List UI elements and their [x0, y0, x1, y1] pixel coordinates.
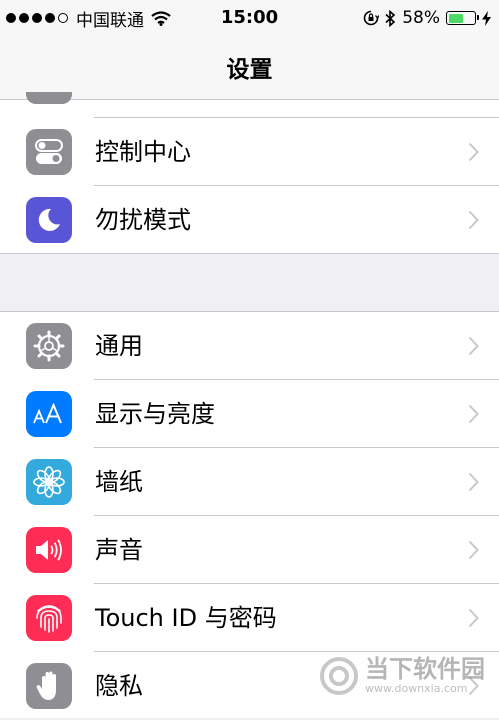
- nav-bar: 设置: [0, 36, 499, 100]
- watermark-logo-icon: [320, 657, 358, 695]
- moon-icon: [26, 197, 72, 243]
- fingerprint-icon: [26, 595, 72, 641]
- bluetooth-icon: [385, 9, 396, 27]
- settings-row-control-center[interactable]: 控制中心: [0, 118, 499, 186]
- gear-icon: [26, 323, 72, 369]
- status-right: 58%: [357, 0, 491, 36]
- partial-row-icon: [26, 92, 72, 104]
- control-center-icon: [26, 129, 72, 175]
- rotation-lock-icon: [363, 10, 380, 26]
- settings-row-do-not-disturb[interactable]: 勿扰模式: [0, 186, 499, 254]
- watermark-text: 当下软件园 www.downxia.com: [365, 656, 485, 696]
- settings-row-label: 隐私: [95, 672, 143, 700]
- settings-row-label: Touch ID 与密码: [95, 604, 277, 632]
- chevron-right-icon: [468, 404, 479, 424]
- battery-percent: 58%: [402, 8, 440, 28]
- page-title: 设置: [226, 57, 273, 83]
- text-size-icon: [26, 391, 72, 437]
- battery-icon: [446, 11, 479, 25]
- settings-row-general[interactable]: 通用: [0, 312, 499, 380]
- chevron-right-icon: [468, 608, 479, 628]
- watermark: 当下软件园 www.downxia.com: [319, 656, 485, 696]
- chevron-right-icon: [468, 210, 479, 230]
- status-bar: 中国联通 15:00 58%: [0, 0, 499, 36]
- settings-row-label: 通用: [95, 332, 143, 360]
- settings-row-touch-id[interactable]: Touch ID 与密码: [0, 584, 499, 652]
- charging-bolt-icon: [482, 10, 491, 26]
- battery-fill: [448, 13, 463, 23]
- settings-row-label: 声音: [95, 536, 143, 564]
- chevron-right-icon: [468, 540, 479, 560]
- hand-icon: [26, 663, 72, 709]
- speaker-icon: [26, 527, 72, 573]
- watermark-url: www.downxia.com: [365, 682, 468, 695]
- settings-row-display-brightness[interactable]: 显示与亮度: [0, 380, 499, 448]
- settings-row-wallpaper[interactable]: 墙纸: [0, 448, 499, 516]
- settings-row-label: 显示与亮度: [95, 400, 215, 428]
- settings-row-label: 勿扰模式: [95, 206, 191, 234]
- settings-row-sounds[interactable]: 声音: [0, 516, 499, 584]
- watermark-name: 当下软件园: [365, 655, 485, 683]
- flower-icon: [26, 459, 72, 505]
- settings-row-label: 墙纸: [95, 468, 143, 496]
- chevron-right-icon: [468, 336, 479, 356]
- chevron-right-icon: [468, 472, 479, 492]
- chevron-right-icon: [468, 142, 479, 162]
- settings-row-label: 控制中心: [95, 138, 191, 166]
- settings-group-1: 控制中心 勿扰模式: [0, 92, 499, 254]
